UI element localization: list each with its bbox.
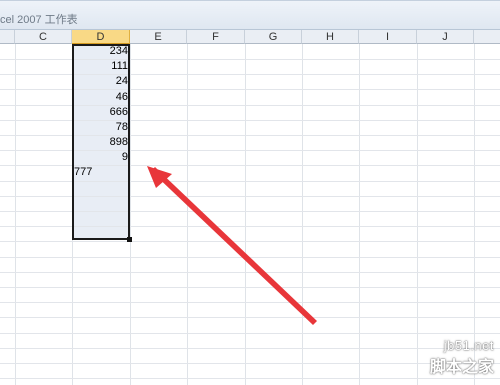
watermark-site-name: 脚本之家 [429, 359, 494, 376]
watermark-url: jb51.net [443, 338, 494, 353]
watermark: jb51.net 脚本之家 [430, 338, 494, 377]
annotation-arrow [147, 166, 317, 325]
arrow-shaft [151, 167, 317, 325]
